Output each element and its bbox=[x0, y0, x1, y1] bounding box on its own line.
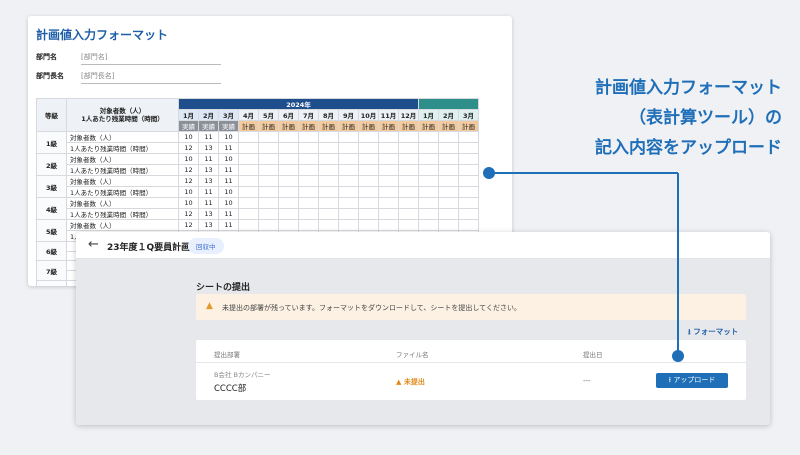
callout-text: 計画値入力フォーマット （表計算ツール）の 記入内容をアップロード bbox=[522, 73, 782, 163]
connector-dot-upload bbox=[672, 350, 684, 362]
callout-line-2: （表計算ツール）の bbox=[629, 108, 782, 128]
callout-line-3: 記入内容をアップロード bbox=[595, 138, 782, 158]
connector-dot-sheet bbox=[483, 167, 495, 179]
callout-line-1: 計画値入力フォーマット bbox=[595, 78, 782, 98]
callout-connector bbox=[483, 167, 684, 362]
